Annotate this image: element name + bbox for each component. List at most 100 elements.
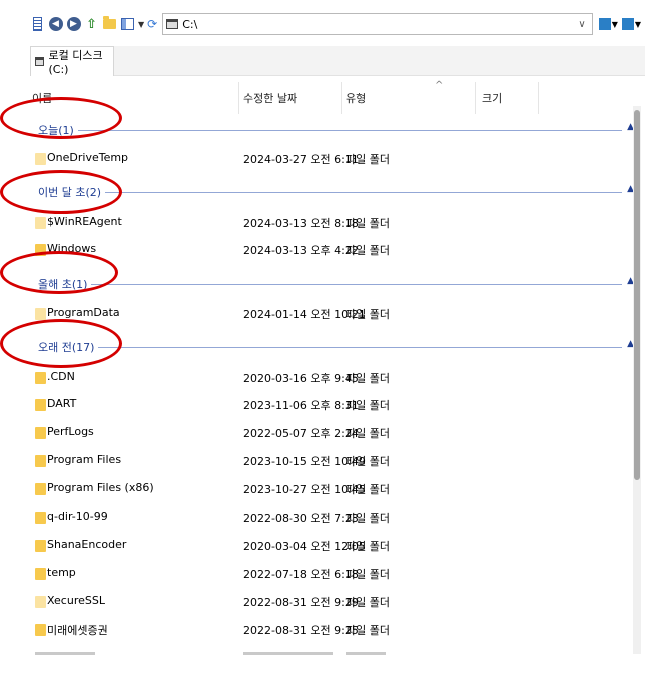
column-divider[interactable] (538, 82, 539, 114)
tab-label: 로컬 디스크 (C:) (48, 49, 103, 76)
item-date: 2024-03-13 오전 8:18 (243, 217, 359, 230)
folder-icon (35, 217, 46, 229)
item-name: ShanaEncoder (47, 538, 127, 551)
column-header-size[interactable]: 크기 (482, 90, 502, 106)
scrollbar-thumb[interactable] (634, 110, 640, 480)
item-name: q-dir-10-99 (47, 510, 108, 523)
item-type: 파일 폴더 (346, 568, 390, 581)
folder-icon (35, 372, 46, 384)
item-type: 파일 폴더 (346, 512, 390, 525)
item-type: 파일 폴더 (346, 217, 390, 230)
chevron-down-icon[interactable]: ▼ (612, 20, 618, 29)
forward-icon[interactable]: ▶ (66, 17, 81, 32)
list-item[interactable]: Program Files 2023-10-15 오전 10:49 파일 폴더 (30, 450, 630, 472)
item-type: 파일 폴더 (346, 596, 390, 609)
item-type: 파일 폴더 (346, 540, 390, 553)
address-dropdown-icon[interactable]: ∨ (578, 19, 585, 30)
new-folder-icon[interactable] (102, 16, 117, 32)
group-divider (38, 192, 622, 193)
item-type: 파일 폴더 (346, 483, 390, 496)
list-item[interactable]: XecureSSL 2022-08-31 오전 9:29 파일 폴더 (30, 591, 630, 613)
list-item[interactable]: PerfLogs 2022-05-07 오후 2:24 파일 폴더 (30, 422, 630, 444)
folder-icon (35, 596, 46, 608)
item-type: 파일 폴더 (346, 624, 390, 637)
list-item[interactable]: DART 2023-11-06 오후 8:31 파일 폴더 (30, 394, 630, 416)
item-name: OneDriveTemp (47, 151, 129, 164)
item-name: Program Files (x86) (47, 481, 154, 494)
vertical-scrollbar[interactable] (633, 106, 641, 654)
folder-icon (35, 624, 46, 636)
column-divider[interactable] (475, 82, 476, 114)
item-name: ProgramData (47, 306, 120, 319)
column-divider[interactable] (341, 82, 342, 114)
annotation-oval-today (0, 97, 122, 139)
item-date: 2024-03-27 오전 6:11 (243, 153, 359, 166)
item-date: 2022-08-31 오전 9:25 (243, 624, 359, 637)
item-date: 2022-07-18 오전 6:18 (243, 568, 359, 581)
back-icon[interactable]: ◀ (48, 17, 63, 32)
list-item[interactable]: Program Files (x86) 2023-10-27 오전 10:45 … (30, 478, 630, 500)
item-name: $WinREAgent (47, 215, 122, 228)
chevron-down-icon[interactable]: ▼ (635, 20, 641, 29)
up-icon[interactable]: ⇧ (84, 17, 99, 32)
list-item[interactable]: 미래에셋증권 2022-08-31 오전 9:25 파일 폴더 (30, 619, 630, 641)
group-divider (38, 130, 622, 131)
item-date: 2022-08-30 오전 7:23 (243, 512, 359, 525)
list-item[interactable]: q-dir-10-99 2022-08-30 오전 7:23 파일 폴더 (30, 507, 630, 529)
item-type: 파일 폴더 (346, 308, 390, 321)
clipped-row (30, 652, 630, 656)
address-bar[interactable]: C:\ ∨ (162, 13, 593, 35)
tab-local-disk[interactable]: 로컬 디스크 (C:) (30, 46, 114, 76)
list-item[interactable]: .CDN 2020-03-16 오후 9:45 파일 폴더 (30, 367, 630, 389)
right-tools: ▼ ▼ (598, 18, 645, 30)
item-name: DART (47, 397, 77, 410)
item-name: PerfLogs (47, 425, 94, 438)
list-item[interactable]: ProgramData 2024-01-14 오전 10:21 파일 폴더 (30, 303, 630, 325)
list-item[interactable]: ShanaEncoder 2020-03-04 오전 12:05 파일 폴더 (30, 535, 630, 557)
group-header-this-year[interactable]: 올해 초(1) ▲ (30, 274, 634, 294)
list-view-icon[interactable] (30, 17, 45, 32)
folder-icon (35, 427, 46, 439)
list-item[interactable]: temp 2022-07-18 오전 6:18 파일 폴더 (30, 563, 630, 585)
refresh-icon[interactable]: ⟳ (147, 17, 157, 31)
folder-icon (35, 568, 46, 580)
item-type: 파일 폴더 (346, 372, 390, 385)
item-date: 2022-05-07 오후 2:24 (243, 427, 359, 440)
address-text[interactable]: C:\ (182, 18, 197, 31)
drive-icon (166, 19, 179, 29)
annotation-oval-this-year (0, 251, 118, 294)
list-item[interactable]: $WinREAgent 2024-03-13 오전 8:18 파일 폴더 (30, 212, 630, 234)
list-item[interactable]: OneDriveTemp 2024-03-27 오전 6:11 파일 폴더 (30, 148, 630, 170)
toolbar: ◀ ▶ ⇧ ▼ ⟳ C:\ ∨ ▼ ▼ (30, 10, 645, 38)
item-name: temp (47, 566, 76, 579)
view-mode-icon[interactable] (120, 17, 135, 32)
item-name: XecureSSL (47, 594, 105, 607)
item-date: 2022-08-31 오전 9:29 (243, 596, 359, 609)
folder-icon (35, 512, 46, 524)
panel-icon[interactable] (621, 18, 634, 30)
annotation-oval-this-month (0, 170, 122, 214)
sort-up-icon: ^ (435, 80, 444, 91)
layout-icon[interactable] (598, 18, 611, 30)
chevron-down-icon[interactable]: ▼ (138, 20, 144, 29)
item-date: 2024-03-13 오후 4:22 (243, 244, 359, 257)
folder-icon (35, 308, 46, 320)
group-divider (38, 284, 622, 285)
list-item[interactable]: Windows 2024-03-13 오후 4:22 파일 폴더 (30, 239, 630, 261)
column-header-date[interactable]: 수정한 날짜 (243, 90, 297, 106)
item-name: 미래에셋증권 (47, 624, 108, 637)
item-name: Program Files (47, 453, 122, 466)
item-type: 파일 폴더 (346, 399, 390, 412)
annotation-oval-long-ago (0, 319, 122, 368)
item-type: 파일 폴더 (346, 427, 390, 440)
item-date: 2023-11-06 오후 8:31 (243, 399, 359, 412)
column-headers: 이름 수정한 날짜 유형 ^ 크기 (30, 80, 630, 114)
folder-icon (35, 153, 46, 165)
folder-icon (35, 399, 46, 411)
item-date: 2020-03-16 오후 9:45 (243, 372, 359, 385)
column-divider[interactable] (238, 82, 239, 114)
item-type: 파일 폴더 (346, 153, 390, 166)
folder-icon (35, 483, 46, 495)
column-header-type[interactable]: 유형 (346, 90, 366, 106)
folder-icon (35, 455, 46, 467)
